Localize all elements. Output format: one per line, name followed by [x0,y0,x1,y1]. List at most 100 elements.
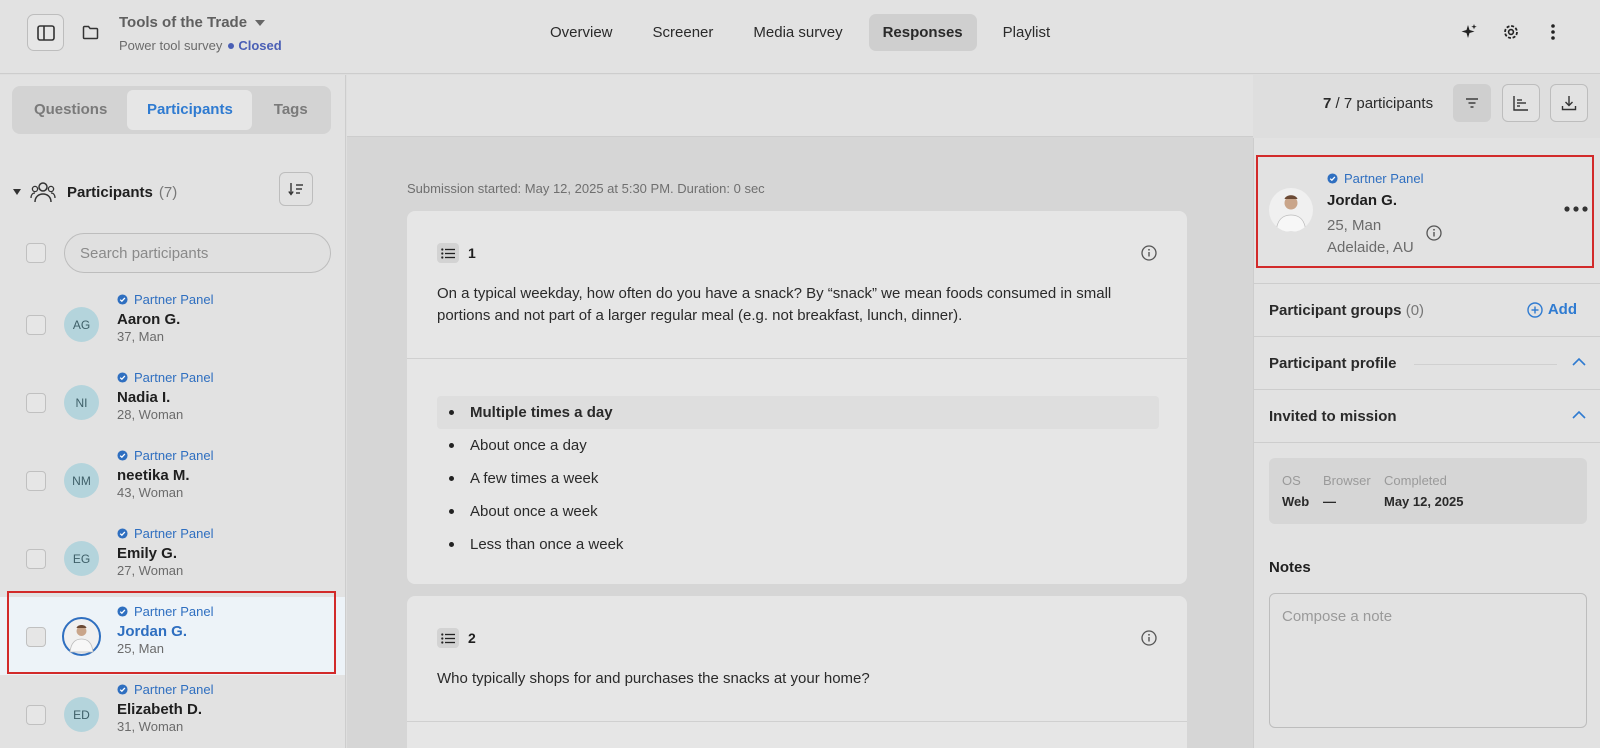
divider [407,721,1187,722]
list-icon [437,243,459,263]
tab-overview[interactable]: Overview [536,14,627,51]
answer-list: Multiple times a day About once a day A … [437,396,1159,561]
sidebar-toggle-button[interactable] [27,14,64,51]
list-item[interactable]: NI Partner Panel Nadia I. 28, Woman [0,363,345,441]
panel-tag: Partner Panel [117,680,214,698]
sidebar-toggle-icon [36,24,55,41]
segment-questions[interactable]: Questions [16,90,125,130]
invited-to-mission-section[interactable]: Invited to mission [1254,390,1600,443]
question-text: On a typical weekday, how often do you h… [437,285,1112,324]
bullet [449,542,454,547]
participant-name: Jordan G. [1327,192,1398,209]
avatar: AG [64,307,99,342]
select-all-checkbox[interactable] [26,243,46,263]
segment-tags[interactable]: Tags [254,90,327,130]
avatar-photo [62,617,101,656]
panel-label: Partner Panel [1344,170,1424,186]
question-card: 1 On a typical weekday, how often do you… [407,211,1187,584]
avatar: EG [64,541,99,576]
section-title: Invited to mission [1269,408,1397,425]
sort-button[interactable] [279,172,313,206]
avatar-photo [1269,188,1313,232]
answer-text: About once a week [470,503,598,520]
list-item[interactable]: AG Partner Panel Aaron G. 37, Man [0,285,345,363]
bullet [449,509,454,514]
participant-profile-section[interactable]: Participant profile [1254,337,1600,390]
answer-option-selected: Multiple times a day [437,396,1159,429]
chevron-up-icon[interactable] [1572,410,1586,420]
participant-detail-panel: Partner Panel Jordan G. 25, Man Adelaide… [1253,138,1600,748]
info-icon[interactable] [1141,630,1157,646]
completed-value: May 12, 2025 [1384,494,1464,509]
participant-name: neetika M. [117,467,190,484]
list-item-selected[interactable]: Partner Panel Jordan G. 25, Man [0,597,345,675]
bullet [449,476,454,481]
answer-option: Less than once a week [437,528,1159,561]
verified-badge-icon [1327,172,1338,184]
project-subtitle: Power tool survey Closed [119,38,282,53]
gear-icon[interactable] [1500,20,1522,44]
os-label: OS [1282,473,1301,488]
sparkle-icon[interactable] [1458,20,1480,44]
tab-media-survey[interactable]: Media survey [739,14,856,51]
plus-circle-icon [1527,301,1543,318]
tab-screener[interactable]: Screener [639,14,728,51]
panel-tag: Partner Panel [117,602,214,620]
responses-area: Submission started: May 12, 2025 at 5:30… [347,75,1253,748]
chevron-up-icon[interactable] [1572,357,1586,367]
project-title-text: Tools of the Trade [119,14,248,31]
verified-badge-icon [117,449,128,461]
panel-label: Partner Panel [134,681,214,697]
segment-participants[interactable]: Participants [127,90,253,130]
verified-badge-icon [117,683,128,695]
notes-field[interactable] [1269,593,1587,728]
list-item[interactable]: EG Partner Panel Emily G. 27, Woman [0,519,345,597]
bullet [449,410,454,415]
add-group-button[interactable]: Add [1527,301,1577,318]
avatar: NI [64,385,99,420]
sort-icon [288,183,303,196]
more-icon[interactable] [1563,204,1589,214]
row-checkbox[interactable] [26,549,46,569]
collapse-caret-icon [13,189,21,195]
caret-down-icon [255,19,266,26]
chart-button[interactable] [1502,84,1540,122]
project-title[interactable]: Tools of the Trade [119,14,266,31]
row-checkbox[interactable] [26,315,46,335]
search-input[interactable] [64,233,331,273]
row-checkbox[interactable] [26,627,46,647]
participant-card: Partner Panel Jordan G. 25, Man Adelaide… [1254,138,1600,284]
panel-label: Partner Panel [134,291,214,307]
notes-title: Notes [1269,559,1311,576]
tab-playlist[interactable]: Playlist [989,14,1065,51]
answer-option: About once a day [437,429,1159,462]
folder-icon[interactable] [80,23,100,41]
row-checkbox[interactable] [26,393,46,413]
participant-info: Partner Panel Jordan G. 25, Man Adelaide… [1327,169,1424,259]
submission-info: Submission started: May 12, 2025 at 5:30… [407,181,765,196]
tab-responses[interactable]: Responses [868,14,977,51]
completed-column: Completed May 12, 2025 [1384,473,1464,509]
section-title: Participant groups (0) [1269,302,1424,319]
kebab-icon[interactable] [1542,20,1564,44]
people-icon [29,178,57,206]
download-button[interactable] [1550,84,1588,122]
responses-toolbar [347,75,1253,137]
participant-age-gender: 25, Man [1327,217,1382,234]
list-item[interactable]: ED Partner Panel Elizabeth D. 31, Woman [0,675,345,748]
verified-badge-icon [117,371,128,383]
info-icon[interactable] [1141,245,1157,261]
filter-button[interactable] [1453,84,1491,122]
participant-meta: 25, Man [117,641,164,656]
panel-tag: Partner Panel [117,290,214,308]
participants-count: (7) [158,183,178,201]
answer-option: A few times a week [437,462,1159,495]
list-item[interactable]: NM Partner Panel neetika M. 43, Woman [0,441,345,519]
count-shown: 7 [1323,95,1332,112]
row-checkbox[interactable] [26,471,46,491]
status-text: Closed [238,38,282,53]
row-checkbox[interactable] [26,705,46,725]
info-icon[interactable] [1426,225,1442,241]
chart-icon [1513,96,1528,111]
header-actions [1458,20,1564,44]
